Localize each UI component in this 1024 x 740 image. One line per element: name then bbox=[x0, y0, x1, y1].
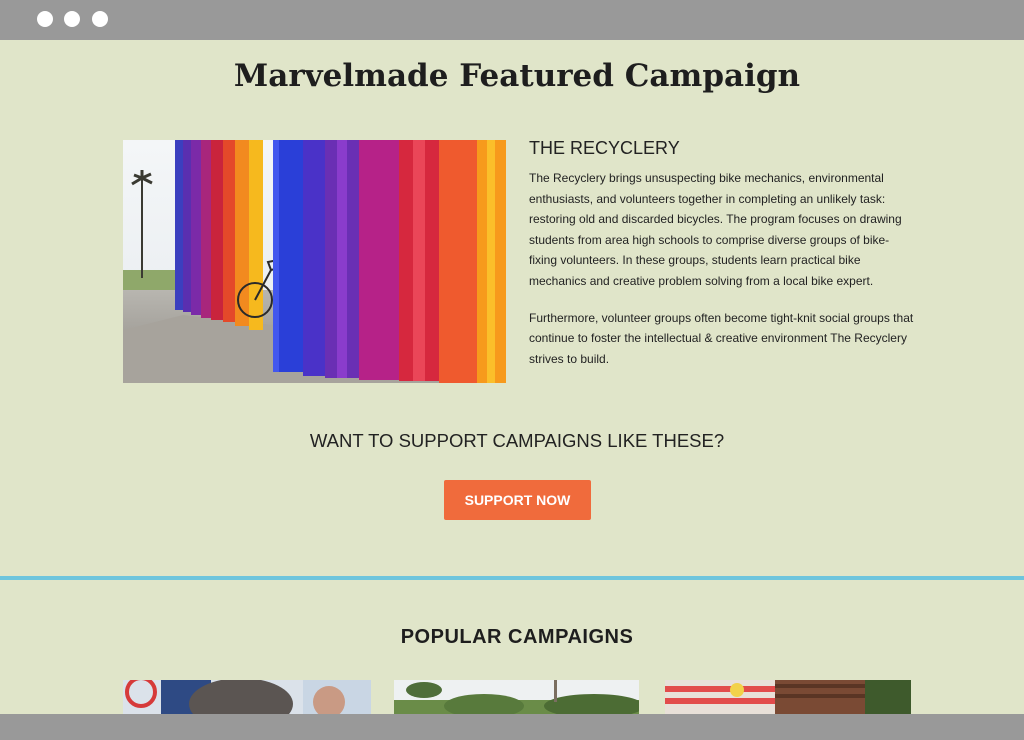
popular-campaign-card[interactable] bbox=[394, 680, 639, 714]
window-dot-icon bbox=[64, 11, 80, 27]
featured-campaign-image bbox=[123, 140, 506, 383]
support-now-button[interactable]: SUPPORT NOW bbox=[444, 480, 591, 520]
campaign-name: THE RECYCLERY bbox=[529, 138, 680, 158]
popular-campaign-card[interactable] bbox=[123, 680, 371, 714]
window-titlebar bbox=[0, 0, 1024, 40]
campaign-description: The Recyclery brings unsuspecting bike m… bbox=[529, 168, 914, 385]
campaign-paragraph: The Recyclery brings unsuspecting bike m… bbox=[529, 171, 902, 288]
cta-heading: WANT TO SUPPORT CAMPAIGNS LIKE THESE? bbox=[309, 430, 725, 451]
page-title: Marvelmade Featured Campaign bbox=[233, 58, 801, 94]
window-dot-icon bbox=[92, 11, 108, 27]
window-bottom-bar bbox=[0, 714, 1024, 740]
window-dot-icon bbox=[37, 11, 53, 27]
section-divider bbox=[0, 576, 1024, 580]
popular-campaign-card[interactable] bbox=[665, 680, 911, 714]
campaign-paragraph: Furthermore, volunteer groups often beco… bbox=[529, 310, 914, 366]
popular-campaigns-heading: POPULAR CAMPAIGNS bbox=[400, 626, 634, 648]
